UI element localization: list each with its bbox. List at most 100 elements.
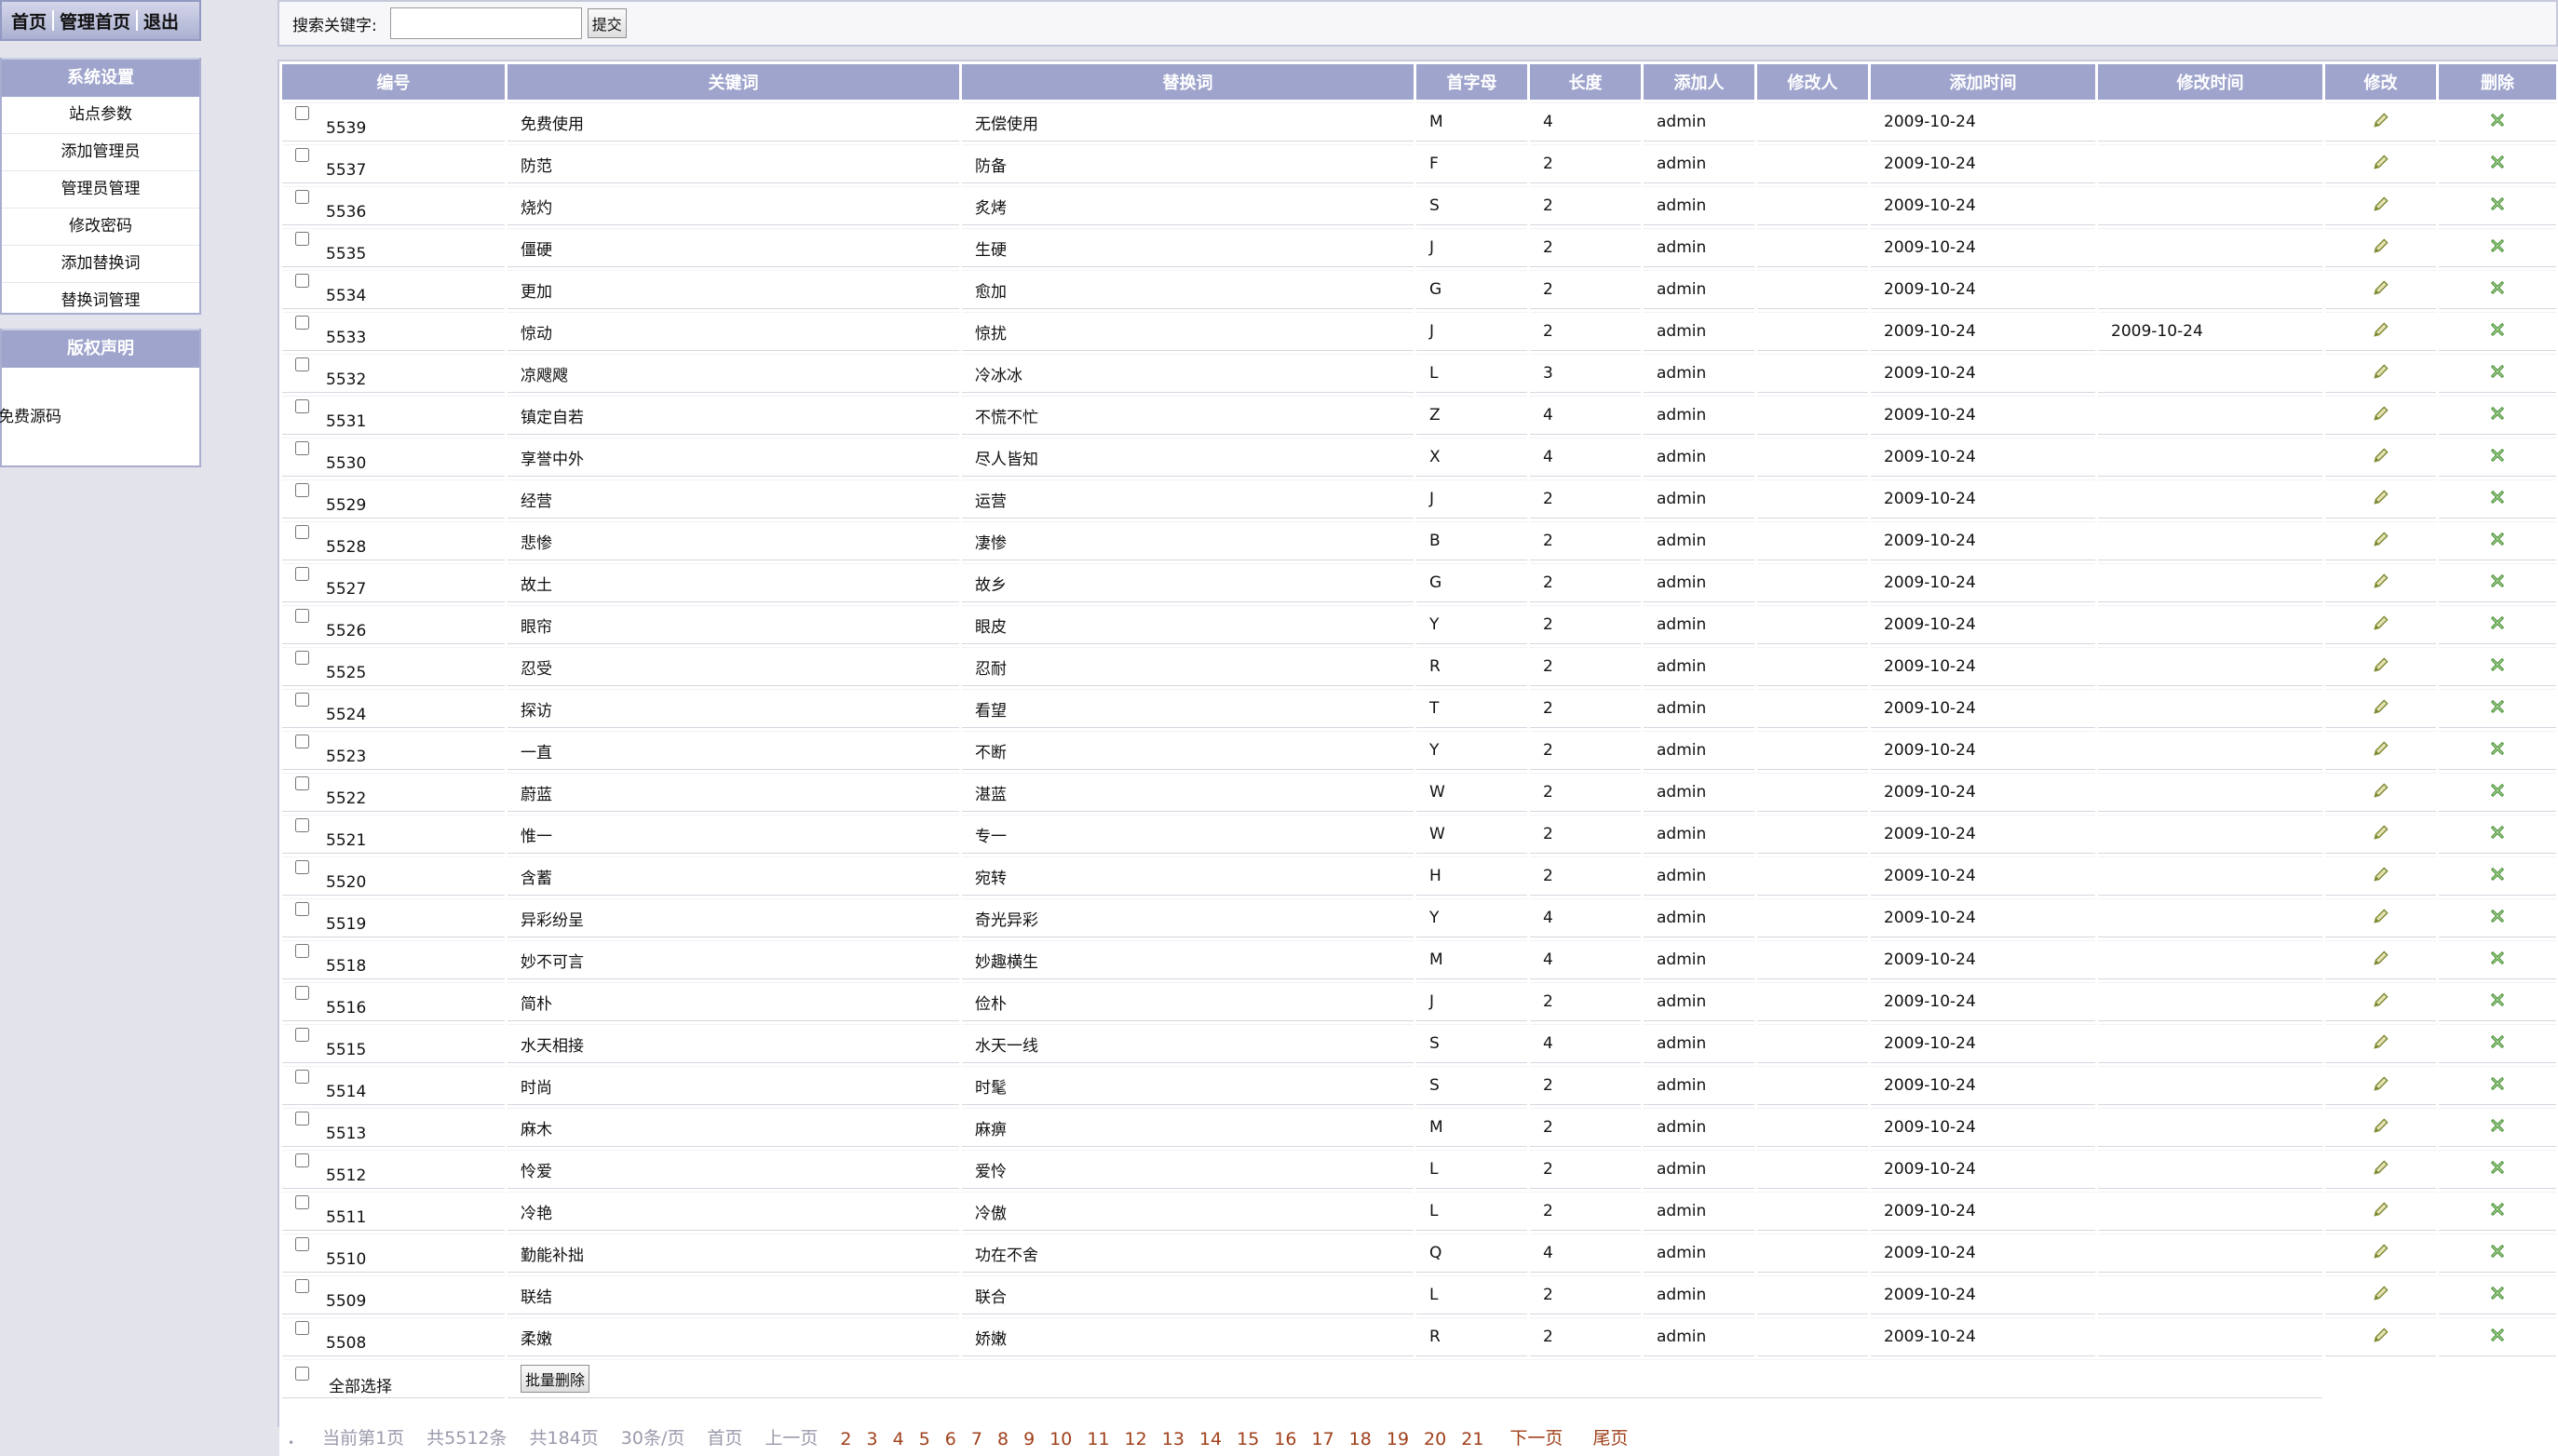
row-checkbox[interactable]	[295, 818, 309, 832]
pencil-icon[interactable]	[2371, 780, 2391, 801]
pencil-icon[interactable]	[2371, 236, 2391, 256]
cross-icon[interactable]	[2488, 446, 2507, 465]
pencil-icon[interactable]	[2371, 1157, 2391, 1178]
pager-page-link[interactable]: 10	[1049, 1429, 1072, 1449]
cross-icon[interactable]	[2488, 781, 2507, 800]
row-checkbox[interactable]	[295, 316, 309, 330]
cross-icon[interactable]	[2488, 362, 2507, 381]
row-checkbox[interactable]	[295, 357, 309, 371]
pager-page-link[interactable]: 9	[1023, 1429, 1035, 1449]
row-checkbox[interactable]	[295, 106, 309, 120]
pager-page-link[interactable]: 11	[1087, 1429, 1109, 1449]
pencil-icon[interactable]	[2371, 110, 2391, 130]
cross-icon[interactable]	[2488, 949, 2507, 967]
row-checkbox[interactable]	[295, 609, 309, 623]
pager-page-link[interactable]: 8	[997, 1429, 1008, 1449]
pencil-icon[interactable]	[2371, 1241, 2391, 1261]
pager-page-link[interactable]: 3	[867, 1429, 878, 1449]
cross-icon[interactable]	[2488, 697, 2507, 716]
row-checkbox[interactable]	[295, 567, 309, 581]
pencil-icon[interactable]	[2371, 487, 2391, 507]
cross-icon[interactable]	[2488, 404, 2507, 423]
cross-icon[interactable]	[2488, 739, 2507, 758]
pager-page-link[interactable]: 16	[1274, 1429, 1296, 1449]
row-checkbox[interactable]	[295, 1321, 309, 1335]
pager-page-link[interactable]: 18	[1349, 1429, 1372, 1449]
pencil-icon[interactable]	[2371, 1199, 2391, 1220]
sidebar-item-site-params[interactable]: 站点参数	[2, 97, 199, 134]
pencil-icon[interactable]	[2371, 277, 2391, 298]
pencil-icon[interactable]	[2371, 990, 2391, 1010]
pencil-icon[interactable]	[2371, 403, 2391, 424]
row-checkbox[interactable]	[295, 1070, 309, 1084]
row-checkbox[interactable]	[295, 1028, 309, 1042]
cross-icon[interactable]	[2488, 1158, 2507, 1177]
pencil-icon[interactable]	[2371, 864, 2391, 884]
row-checkbox[interactable]	[295, 944, 309, 958]
pencil-icon[interactable]	[2371, 613, 2391, 633]
row-checkbox[interactable]	[295, 860, 309, 874]
row-checkbox[interactable]	[295, 1195, 309, 1209]
nav-logout-link[interactable]: 退出	[143, 8, 179, 34]
row-checkbox[interactable]	[295, 148, 309, 162]
row-checkbox[interactable]	[295, 525, 309, 539]
pager-page-link[interactable]: 6	[945, 1429, 956, 1449]
cross-icon[interactable]	[2488, 153, 2507, 171]
pager-page-link[interactable]: 7	[971, 1429, 982, 1449]
cross-icon[interactable]	[2488, 572, 2507, 590]
cross-icon[interactable]	[2488, 1242, 2507, 1261]
sidebar-item-admin-manage[interactable]: 管理员管理	[2, 171, 199, 209]
row-checkbox[interactable]	[295, 1112, 309, 1126]
batch-delete-button[interactable]: 批量删除	[521, 1365, 590, 1393]
row-checkbox[interactable]	[295, 441, 309, 455]
pager-page-link[interactable]: 2	[840, 1429, 851, 1449]
sidebar-item-change-password[interactable]: 修改密码	[2, 209, 199, 246]
row-checkbox[interactable]	[295, 651, 309, 665]
row-checkbox[interactable]	[295, 232, 309, 246]
row-checkbox[interactable]	[295, 1237, 309, 1251]
row-checkbox[interactable]	[295, 735, 309, 748]
sidebar-item-add-replace-word[interactable]: 添加替换词	[2, 246, 199, 283]
pager-page-link[interactable]: 20	[1424, 1429, 1446, 1449]
cross-icon[interactable]	[2488, 1074, 2507, 1093]
pencil-icon[interactable]	[2371, 194, 2391, 214]
pencil-icon[interactable]	[2371, 1325, 2391, 1345]
pencil-icon[interactable]	[2371, 529, 2391, 549]
pager-page-link[interactable]: 5	[919, 1429, 930, 1449]
cross-icon[interactable]	[2488, 320, 2507, 339]
cross-icon[interactable]	[2488, 1032, 2507, 1051]
row-checkbox[interactable]	[295, 1153, 309, 1167]
cross-icon[interactable]	[2488, 655, 2507, 674]
pager-page-link[interactable]: 12	[1125, 1429, 1147, 1449]
cross-icon[interactable]	[2488, 865, 2507, 883]
pager-page-link[interactable]: 21	[1461, 1429, 1483, 1449]
cross-icon[interactable]	[2488, 1284, 2507, 1302]
row-checkbox[interactable]	[295, 274, 309, 288]
pencil-icon[interactable]	[2371, 1115, 2391, 1136]
row-checkbox[interactable]	[295, 902, 309, 916]
cross-icon[interactable]	[2488, 236, 2507, 255]
pencil-icon[interactable]	[2371, 822, 2391, 843]
row-checkbox[interactable]	[295, 986, 309, 1000]
cross-icon[interactable]	[2488, 907, 2507, 925]
select-all-checkbox[interactable]	[295, 1367, 309, 1381]
pencil-icon[interactable]	[2371, 361, 2391, 382]
pager-page-link[interactable]: 13	[1162, 1429, 1184, 1449]
search-submit-button[interactable]: 提交	[587, 8, 627, 38]
cross-icon[interactable]	[2488, 488, 2507, 506]
pencil-icon[interactable]	[2371, 948, 2391, 968]
pencil-icon[interactable]	[2371, 738, 2391, 759]
row-checkbox[interactable]	[295, 483, 309, 497]
row-checkbox[interactable]	[295, 399, 309, 413]
pencil-icon[interactable]	[2371, 445, 2391, 465]
row-checkbox[interactable]	[295, 776, 309, 790]
sidebar-item-replace-word-manage[interactable]: 替换词管理	[2, 283, 199, 320]
cross-icon[interactable]	[2488, 1200, 2507, 1219]
row-checkbox[interactable]	[295, 1279, 309, 1293]
cross-icon[interactable]	[2488, 111, 2507, 129]
nav-home-link[interactable]: 首页	[11, 8, 47, 34]
cross-icon[interactable]	[2488, 278, 2507, 297]
search-input[interactable]	[389, 7, 582, 39]
cross-icon[interactable]	[2488, 823, 2507, 842]
pager-page-link[interactable]: 15	[1237, 1429, 1259, 1449]
